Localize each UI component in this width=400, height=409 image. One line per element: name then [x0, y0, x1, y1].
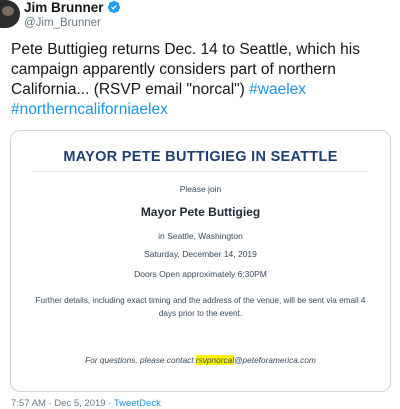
divider	[33, 171, 368, 172]
invite-guest-name: Mayor Pete Buttigieg	[140, 205, 261, 219]
tweet-header: Jim Brunner @Jim_Brunner	[0, 0, 400, 40]
tweet-footer: 7:57 AM · Dec 5, 2019 · TweetDeck	[11, 398, 161, 409]
contact-suffix: @peteforamerica.com	[234, 355, 316, 365]
invite-location: in Seattle, Washington	[158, 231, 243, 241]
separator-dot: ·	[105, 398, 114, 409]
invite-date: Saturday, December 14, 2019	[144, 249, 257, 259]
invite-title: MAYOR PETE BUTTIGIEG IN SEATTLE	[63, 149, 338, 165]
contact-highlighted-text: rsvpnorcal	[195, 355, 235, 365]
author-name-text[interactable]: Jim Brunner	[24, 0, 104, 15]
attached-image-card[interactable]: MAYOR PETE BUTTIGIEG IN SEATTLE Please j…	[10, 130, 391, 392]
author-handle[interactable]: @Jim_Brunner	[24, 17, 101, 29]
tweet-date[interactable]: Dec 5, 2019	[54, 398, 105, 409]
invite-contact: For questions, please contact rsvpnorcal…	[11, 355, 390, 365]
author-display-name[interactable]: Jim Brunner	[24, 0, 121, 15]
invite-doors-time: Doors Open approximately 6:30PM	[134, 269, 267, 279]
avatar[interactable]	[0, 0, 20, 28]
tweet-body-text: Pete Buttigieg returns Dec. 14 to Seattl…	[11, 41, 360, 98]
contact-prefix: For questions, please contact	[85, 355, 196, 365]
verified-badge-icon	[107, 0, 120, 14]
tweet-source-link[interactable]: TweetDeck	[114, 398, 161, 409]
tweet-time[interactable]: 7:57 AM	[11, 398, 46, 409]
invite-please-join: Please join	[179, 184, 222, 194]
hashtag-link[interactable]: #waelex	[249, 81, 306, 98]
tweet-text: Pete Buttigieg returns Dec. 14 to Seattl…	[11, 40, 393, 120]
hashtag-link[interactable]: #northerncaliforniaelex	[11, 101, 168, 118]
tweet: Jim Brunner @Jim_Brunner Pete Buttigieg …	[0, 0, 400, 409]
invite-details: Further details, including exact timing …	[35, 296, 366, 318]
